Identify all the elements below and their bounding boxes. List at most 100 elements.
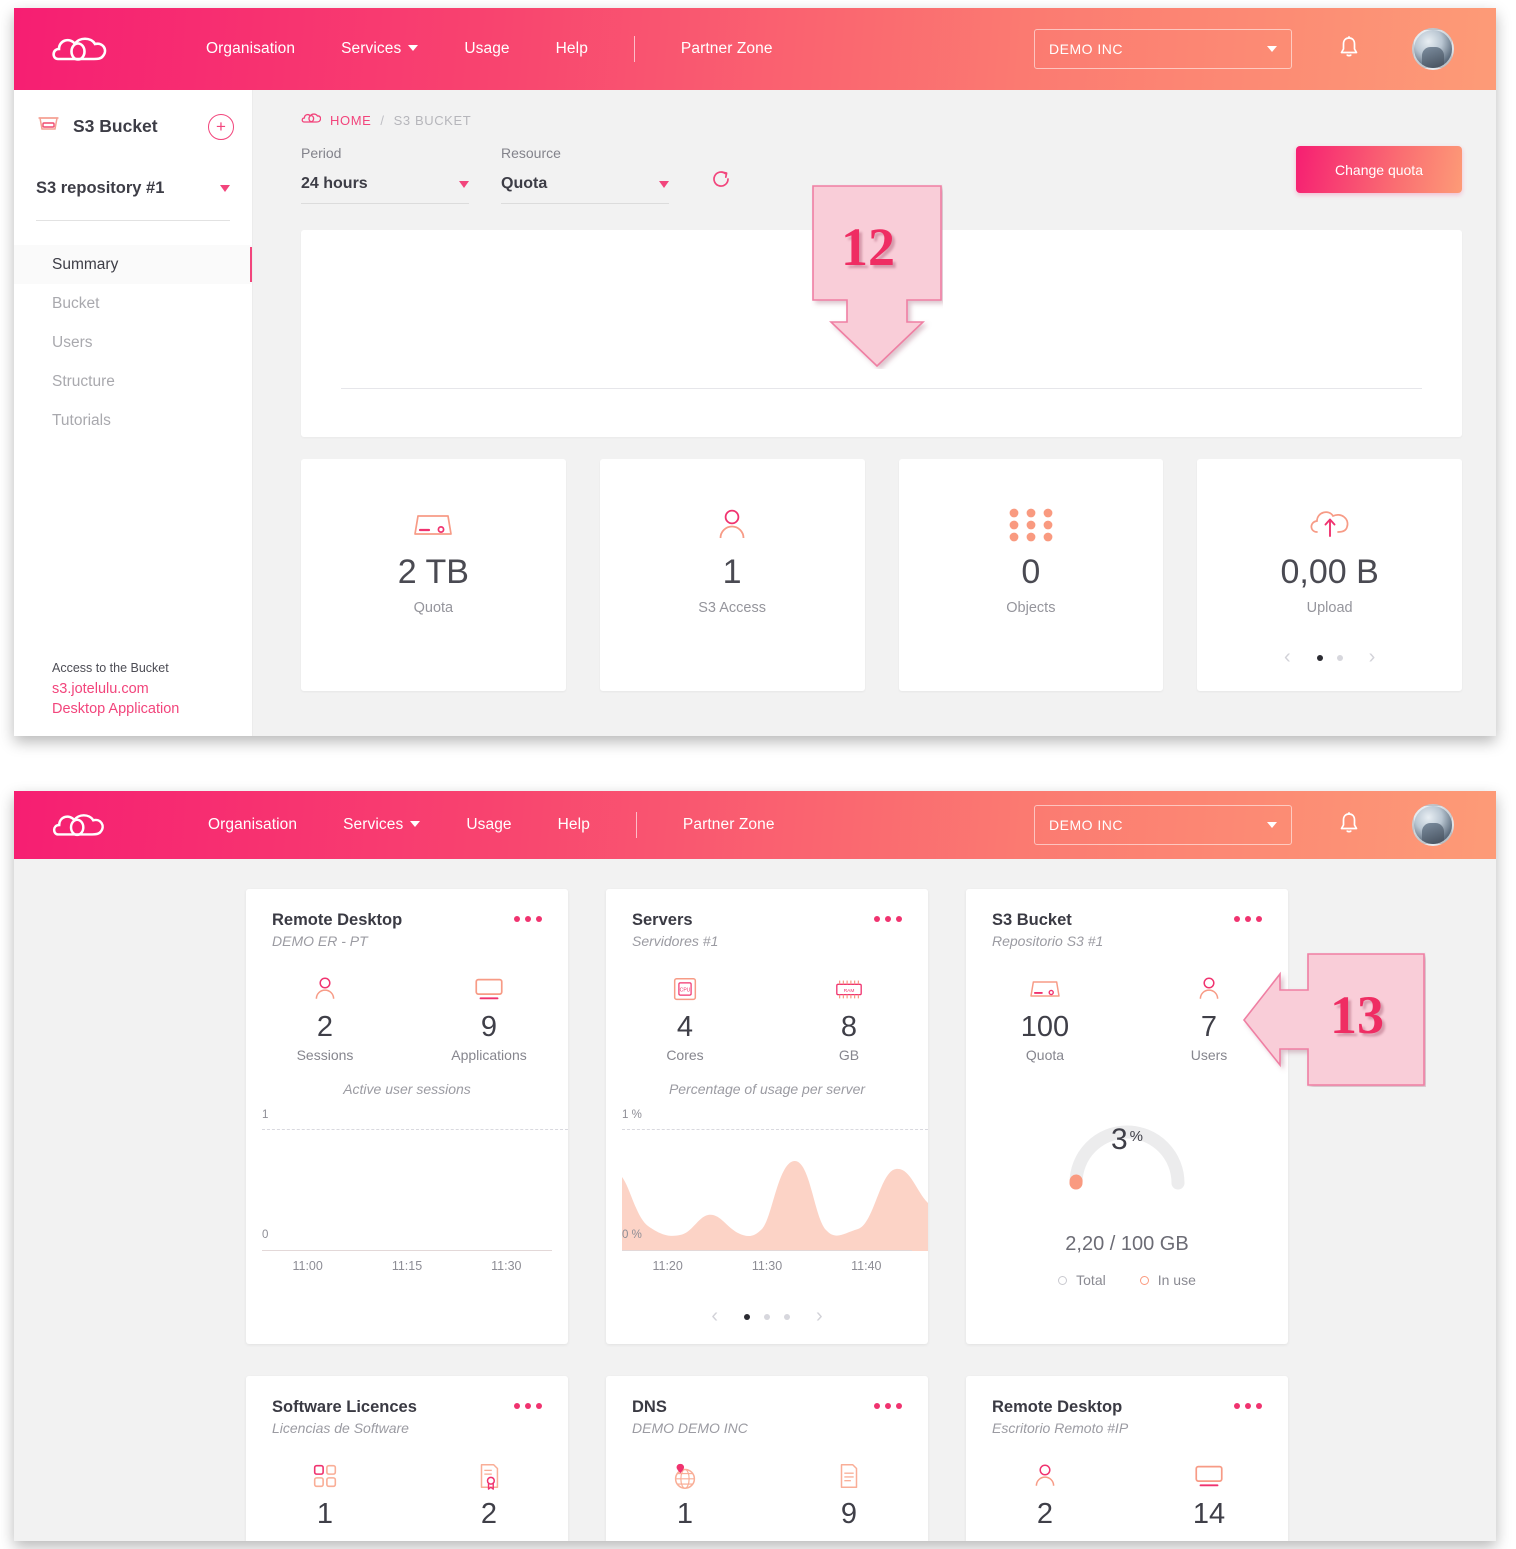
card-header: Software Licences Licencias de Software bbox=[246, 1398, 568, 1436]
breadcrumb-home[interactable]: HOME bbox=[330, 113, 371, 128]
svg-text:CPU: CPU bbox=[680, 987, 691, 993]
metric-value: 1 bbox=[676, 1498, 694, 1530]
card-header: Servers Servidores #1 bbox=[606, 911, 928, 949]
bucket-url-link[interactable]: s3.jotelulu.com bbox=[52, 679, 179, 700]
chevron-down-icon bbox=[659, 180, 669, 188]
legend-total: Total bbox=[1058, 1272, 1106, 1288]
avatar[interactable] bbox=[1412, 804, 1454, 846]
card-caption: Active user sessions bbox=[343, 1081, 471, 1097]
dashboard-card-s3-bucket[interactable]: S3 Bucket Repositorio S3 #1 100 Quota 7 … bbox=[966, 889, 1288, 1344]
sidebar-item-bucket[interactable]: Bucket bbox=[14, 284, 252, 323]
period-value: 24 hours bbox=[301, 175, 368, 192]
card-metrics: 100 Quota 7 Users bbox=[966, 971, 1288, 1063]
stat-cards: 2 TB Quota 1 S3 Access 0 Objects 0,00 B … bbox=[301, 459, 1462, 691]
dashboard-card-software-licences[interactable]: Software Licences Licencias de Software bbox=[246, 1376, 568, 1541]
organisation-selector[interactable]: DEMO INC bbox=[1034, 29, 1292, 69]
metric-label: Cores bbox=[666, 1047, 704, 1063]
desktop-application-link[interactable]: Desktop Application bbox=[52, 699, 179, 720]
carousel-next-button[interactable]: › bbox=[804, 1305, 835, 1328]
annotation-number: 12 bbox=[841, 217, 895, 277]
card-subtitle: DEMO ER - PT bbox=[272, 933, 368, 949]
user-icon bbox=[997, 1458, 1093, 1494]
cloud-logo-icon[interactable] bbox=[50, 805, 114, 845]
stat-value: 0 bbox=[1021, 553, 1041, 591]
add-bucket-button[interactable]: + bbox=[208, 113, 234, 140]
avatar[interactable] bbox=[1412, 28, 1454, 70]
s3-bucket-detail-window: Organisation Services Usage Help Partner… bbox=[14, 8, 1496, 736]
more-options-icon[interactable] bbox=[874, 1403, 902, 1409]
nav-item-organisation[interactable]: Organisation bbox=[208, 816, 297, 834]
metric-value: 1 bbox=[316, 1498, 334, 1530]
nav-item-partner-zone[interactable]: Partner Zone bbox=[683, 816, 775, 834]
notification-bell-icon[interactable] bbox=[1338, 35, 1360, 64]
detail-body: S3 Bucket + S3 repository #1 Summary Buc… bbox=[14, 90, 1496, 736]
carousel-dot[interactable] bbox=[764, 1313, 770, 1320]
carousel-prev-button[interactable]: ‹ bbox=[1272, 646, 1303, 669]
metric-label: Applications bbox=[451, 1047, 527, 1063]
more-options-icon[interactable] bbox=[514, 1403, 542, 1409]
dashboard-card-dns[interactable]: DNS DEMO DEMO INC 1 9 bbox=[606, 1376, 928, 1541]
nav-item-help[interactable]: Help bbox=[558, 816, 590, 834]
sidebar-service-header: S3 Bucket + bbox=[14, 90, 252, 141]
metric-value: 2 bbox=[1036, 1498, 1054, 1530]
chart-y-bottom: 0 % bbox=[622, 1229, 642, 1241]
carousel-dot[interactable] bbox=[744, 1313, 750, 1320]
repository-selector[interactable]: S3 repository #1 bbox=[36, 179, 230, 221]
sidebar-item-summary[interactable]: Summary bbox=[14, 245, 252, 284]
sidebar-item-tutorials[interactable]: Tutorials bbox=[14, 401, 252, 440]
carousel-dot[interactable] bbox=[1316, 654, 1323, 661]
dashboard-card-servers[interactable]: Servers Servidores #1 CPU 4 Cores RAM 8 … bbox=[606, 889, 928, 1344]
resource-select[interactable]: Quota bbox=[501, 175, 669, 204]
notification-bell-icon[interactable] bbox=[1338, 811, 1360, 840]
more-options-icon[interactable] bbox=[514, 916, 542, 922]
card-subtitle: Licencias de Software bbox=[272, 1420, 409, 1436]
stat-card-objects[interactable]: 0 Objects bbox=[898, 459, 1164, 691]
metric-ram: RAM 8 GB bbox=[801, 971, 897, 1063]
annotation-13: 13 bbox=[1242, 952, 1426, 1087]
nav-links: Organisation Services Usage Help Partner… bbox=[208, 812, 821, 838]
stat-card-quota[interactable]: 2 TB Quota bbox=[301, 459, 566, 691]
metric-value: 9 bbox=[840, 1498, 858, 1530]
nav-item-help[interactable]: Help bbox=[556, 40, 588, 58]
nav-divider bbox=[635, 812, 637, 838]
nav-item-organisation[interactable]: Organisation bbox=[206, 40, 295, 58]
metric-value: 9 bbox=[480, 1011, 498, 1043]
user-icon bbox=[277, 971, 373, 1007]
stat-card-s3-access[interactable]: 1 S3 Access bbox=[599, 459, 865, 691]
sidebar-item-structure[interactable]: Structure bbox=[14, 362, 252, 401]
card-header: Remote Desktop Escritorio Remoto #IP bbox=[966, 1398, 1288, 1436]
nav-item-usage[interactable]: Usage bbox=[464, 40, 509, 58]
stat-value: 1 bbox=[722, 553, 742, 591]
legend-swatch bbox=[1058, 1275, 1068, 1285]
hard-drive-icon bbox=[410, 503, 456, 547]
more-options-icon[interactable] bbox=[1234, 1403, 1262, 1409]
dashboard-card-remote-desktop[interactable]: Remote Desktop DEMO ER - PT 2 Sessions 9… bbox=[246, 889, 568, 1344]
carousel-dot[interactable] bbox=[1336, 654, 1343, 661]
dashboard-navbar: Organisation Services Usage Help Partner… bbox=[14, 791, 1496, 859]
metric-records: 9 bbox=[801, 1458, 897, 1531]
period-select[interactable]: 24 hours bbox=[301, 175, 469, 204]
sidebar-item-users[interactable]: Users bbox=[14, 323, 252, 362]
dashboard-card-remote-desktop-ip[interactable]: Remote Desktop Escritorio Remoto #IP 2 1… bbox=[966, 1376, 1288, 1541]
metric-value: 2 bbox=[480, 1498, 498, 1530]
organisation-selector[interactable]: DEMO INC bbox=[1034, 805, 1292, 845]
user-icon bbox=[712, 503, 752, 547]
x-tick: 11:30 bbox=[491, 1259, 522, 1273]
certificate-icon bbox=[441, 1458, 537, 1494]
more-options-icon[interactable] bbox=[1234, 916, 1262, 922]
nav-item-usage[interactable]: Usage bbox=[466, 816, 511, 834]
refresh-icon[interactable] bbox=[709, 167, 733, 196]
metric-label: Quota bbox=[1025, 1047, 1065, 1063]
carousel-prev-button[interactable]: ‹ bbox=[699, 1305, 730, 1328]
carousel-dot[interactable] bbox=[784, 1313, 790, 1320]
cloud-logo-icon[interactable] bbox=[50, 29, 114, 69]
change-quota-button[interactable]: Change quota bbox=[1296, 146, 1462, 193]
stat-card-upload[interactable]: 0,00 B Upload ‹ › bbox=[1197, 459, 1462, 691]
nav-item-services[interactable]: Services bbox=[343, 816, 421, 834]
nav-item-services[interactable]: Services bbox=[341, 40, 419, 58]
carousel-next-button[interactable]: › bbox=[1357, 646, 1388, 669]
sidebar-footer: Access to the Bucket s3.jotelulu.com Des… bbox=[52, 661, 179, 720]
card-header: DNS DEMO DEMO INC bbox=[606, 1398, 928, 1436]
more-options-icon[interactable] bbox=[874, 916, 902, 922]
nav-item-partner-zone[interactable]: Partner Zone bbox=[681, 40, 773, 58]
